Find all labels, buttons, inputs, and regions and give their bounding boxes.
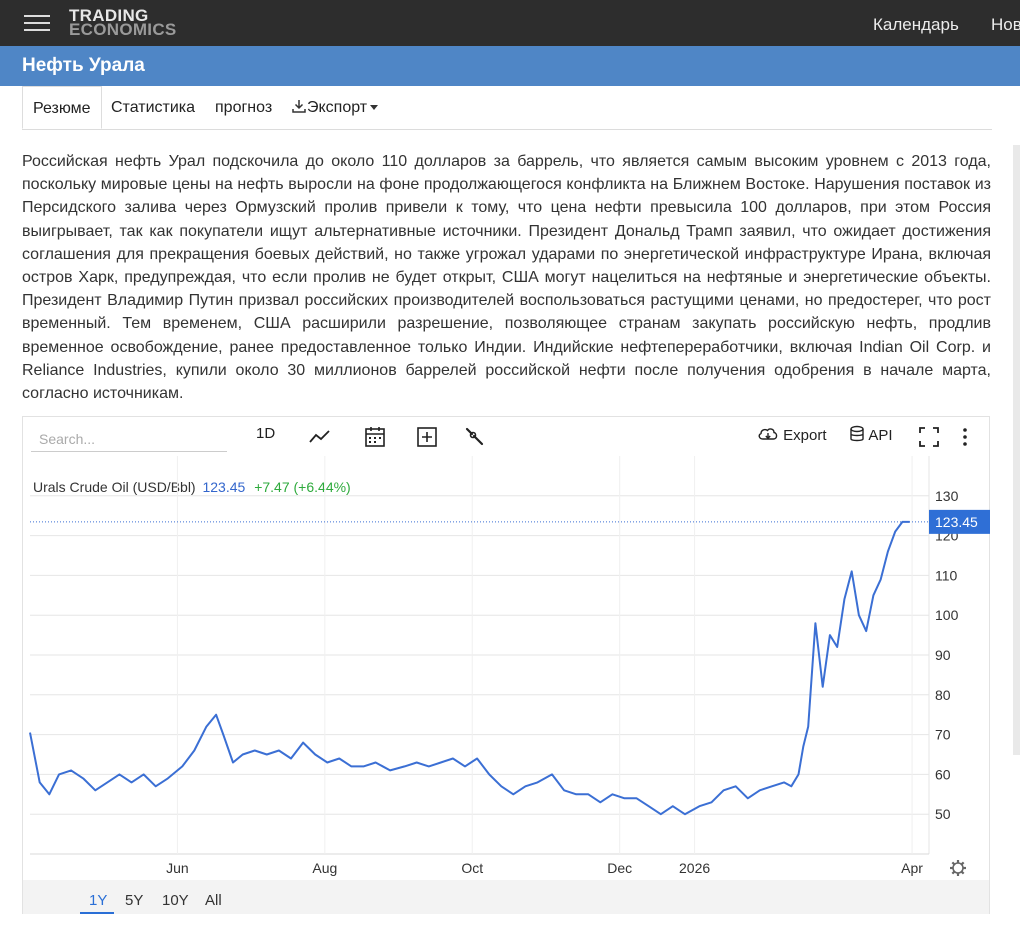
x-tick-label: Jun xyxy=(166,860,189,876)
range-all-button[interactable]: All xyxy=(205,892,222,909)
x-tick-label: Oct xyxy=(461,860,483,876)
tab-summary[interactable]: Резюме xyxy=(22,86,102,129)
download-icon xyxy=(292,100,306,113)
nav-news-link[interactable]: Нов xyxy=(991,15,1020,35)
last-price-label: 123.45 xyxy=(935,514,978,530)
price-chart[interactable]: 5060708090100110120130 Jun Aug Oct Dec 2026 A… xyxy=(22,456,990,880)
gear-ring xyxy=(952,862,964,874)
caret-down-icon xyxy=(370,105,379,111)
series-line xyxy=(29,520,910,816)
x-tick-label: Apr xyxy=(901,860,923,876)
api-label: API xyxy=(868,427,893,444)
page-scrollbar[interactable] xyxy=(1013,145,1020,755)
tab-bar: Резюме Статистика прогноз Экспорт xyxy=(0,86,1020,130)
x-tick-label: Dec xyxy=(607,860,632,876)
description-text: Российская нефть Урал подскочила до окол… xyxy=(22,153,991,403)
nav-calendar-link[interactable]: Календарь xyxy=(873,15,959,35)
line-chart-icon[interactable] xyxy=(308,425,332,449)
interval-button[interactable]: 1D xyxy=(256,425,275,449)
y-tick-label: 50 xyxy=(935,806,951,822)
tab-export[interactable]: Экспорт xyxy=(291,86,379,130)
page-title: Нефть Урала xyxy=(22,55,145,76)
x-tick-label: Aug xyxy=(312,860,337,876)
api-button[interactable]: API xyxy=(849,425,893,449)
search-input[interactable] xyxy=(31,426,227,452)
wrench-icon[interactable] xyxy=(462,425,486,449)
export-button[interactable]: Export xyxy=(757,425,827,449)
fullscreen-icon[interactable] xyxy=(917,425,941,449)
y-tick-label: 100 xyxy=(935,607,959,623)
range-10y-button[interactable]: 10Y xyxy=(162,892,189,909)
range-5y-button[interactable]: 5Y xyxy=(125,892,143,909)
site-logo[interactable]: TRADING ECONOMICS xyxy=(69,7,177,39)
tab-forecast[interactable]: прогноз xyxy=(215,86,272,130)
y-tick-label: 80 xyxy=(935,687,951,703)
y-tick-label: 90 xyxy=(935,647,951,663)
y-tick-label: 70 xyxy=(935,727,951,743)
database-icon xyxy=(850,425,864,442)
page-title-bar: Нефть Урала xyxy=(0,46,1020,86)
top-navbar: TRADING ECONOMICS Календарь Нов xyxy=(0,0,1020,46)
tab-statistics[interactable]: Статистика xyxy=(111,86,195,130)
tab-export-label: Экспорт xyxy=(307,99,368,116)
active-range-indicator xyxy=(80,912,114,914)
hamburger-menu-icon[interactable] xyxy=(24,13,50,33)
range-1y-button[interactable]: 1Y xyxy=(89,892,107,909)
x-tick-label: 2026 xyxy=(679,860,710,876)
y-tick-label: 130 xyxy=(935,488,959,504)
chart-x-axis: Jun Aug Oct Dec 2026 Apr xyxy=(166,860,923,876)
settings-gear-icon[interactable] xyxy=(950,860,966,876)
tab-divider xyxy=(22,129,992,130)
more-vertical-icon[interactable] xyxy=(953,425,977,449)
logo-line2: ECONOMICS xyxy=(69,20,177,39)
chart-grid xyxy=(30,456,930,855)
y-tick-label: 60 xyxy=(935,766,951,782)
chart-y-axis: 5060708090100110120130 xyxy=(935,488,959,822)
export-label: Export xyxy=(783,427,827,444)
compare-plus-icon[interactable] xyxy=(415,425,439,449)
calendar-icon[interactable] xyxy=(363,425,387,449)
cloud-download-icon xyxy=(758,428,778,440)
y-tick-label: 110 xyxy=(935,567,958,583)
